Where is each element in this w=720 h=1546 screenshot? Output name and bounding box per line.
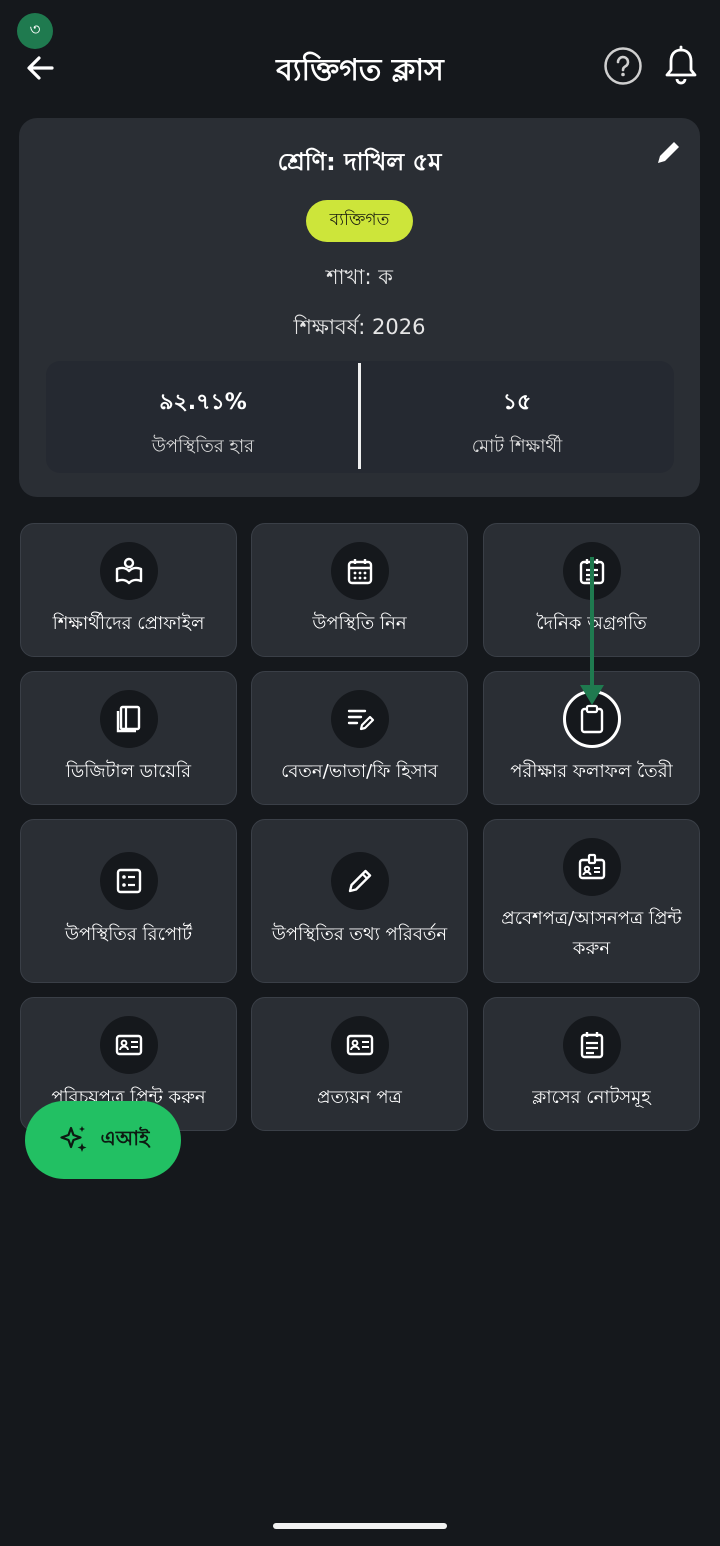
tile-admit-card[interactable]: প্রবেশপত্র/আসনপত্র প্রিন্ট করুন [483, 819, 700, 983]
class-type-badge: ব্যক্তিগত [306, 200, 413, 242]
edit-class-button[interactable] [653, 136, 685, 168]
tile-label: পরীক্ষার ফলাফল তৈরী [510, 761, 673, 782]
calendar-icon [330, 542, 389, 600]
tile-label: উপস্থিতির তথ্য পরিবর্তন [271, 924, 448, 945]
id-card-icon [99, 1016, 158, 1074]
tile-label: দৈনিক অগ্রগতি [536, 613, 647, 634]
badge-icon [562, 838, 621, 896]
tile-attendance-report[interactable]: উপস্থিতির রিপোর্ট [20, 819, 237, 983]
tile-edit-attendance[interactable]: উপস্থিতির তথ্য পরিবর্তন [251, 819, 468, 983]
sparkle-icon [59, 1126, 87, 1152]
tile-exam-result[interactable]: পরীক্ষার ফলাফল তৈরী [483, 671, 700, 805]
tile-salary-fee[interactable]: বেতন/ভাতা/ফি হিসাব [251, 671, 468, 805]
tile-label: প্রত্যয়ন পত্র [317, 1087, 402, 1108]
attendance-rate-label: উপস্থিতির হার [151, 436, 255, 457]
tile-take-attendance[interactable]: উপস্থিতি নিন [251, 523, 468, 657]
ai-assistant-button[interactable]: এআই [25, 1101, 181, 1179]
tile-digital-diary[interactable]: ডিজিটাল ডায়েরি [20, 671, 237, 805]
class-name: শ্রেণি: দাখিল ৫ম [277, 148, 442, 176]
tile-label: বেতন/ভাতা/ফি হিসাব [281, 761, 438, 782]
stats-box: ৯২.৭১% উপস্থিতির হার ১৫ মোট শিক্ষার্থী [46, 361, 674, 473]
total-students-stat: ১৫ মোট শিক্ষার্থী [360, 361, 674, 473]
help-icon [604, 47, 642, 85]
notifications-button[interactable] [660, 44, 702, 88]
ai-button-label: এআই [100, 1125, 150, 1150]
class-info-card: শ্রেণি: দাখিল ৫ম ব্যক্তিগত শাখা: ক শিক্ষ… [19, 118, 700, 497]
help-button[interactable] [603, 46, 643, 86]
pencil-icon [330, 852, 389, 910]
tile-label: ডিজিটাল ডায়েরি [65, 761, 192, 782]
tile-label: উপস্থিতির রিপোর্ট [64, 924, 193, 945]
total-students-label: মোট শিক্ষার্থী [471, 436, 563, 457]
calendar-notes-icon [562, 542, 621, 600]
total-students-value: ১৫ [502, 390, 532, 415]
bell-icon [665, 45, 697, 85]
attendance-rate-value: ৯২.৭১% [159, 390, 247, 415]
tile-label: উপস্থিতি নিন [312, 613, 407, 634]
tile-label: ক্লাসের নোটসমূহ [532, 1087, 651, 1108]
clipboard-icon [562, 690, 621, 748]
edit-note-icon [330, 690, 389, 748]
tile-label: শিক্ষার্থীদের প্রোফাইল [52, 613, 205, 634]
session-text: শিক্ষাবর্ষ: 2026 [293, 315, 426, 339]
list-report-icon [99, 852, 158, 910]
tile-daily-progress[interactable]: দৈনিক অগ্রগতি [483, 523, 700, 657]
certificate-icon [330, 1016, 389, 1074]
student-reading-icon [99, 542, 158, 600]
pencil-icon [658, 139, 682, 163]
tile-student-profile[interactable]: শিক্ষার্থীদের প্রোফাইল [20, 523, 237, 657]
notes-icon [562, 1016, 621, 1074]
section-text: শাখা: ক [326, 265, 393, 289]
home-indicator[interactable] [273, 1523, 447, 1529]
attendance-rate-stat: ৯২.৭১% উপস্থিতির হার [46, 361, 360, 473]
tile-certificate[interactable]: প্রত্যয়ন পত্র [251, 997, 468, 1131]
tile-label: প্রবেশপত্র/আসনপত্র প্রিন্ট করুন [501, 908, 682, 959]
tile-class-notes[interactable]: ক্লাসের নোটসমূহ [483, 997, 700, 1131]
top-app-bar: ব্যক্তিগত ক্লাস [0, 36, 720, 96]
book-icon [99, 690, 158, 748]
